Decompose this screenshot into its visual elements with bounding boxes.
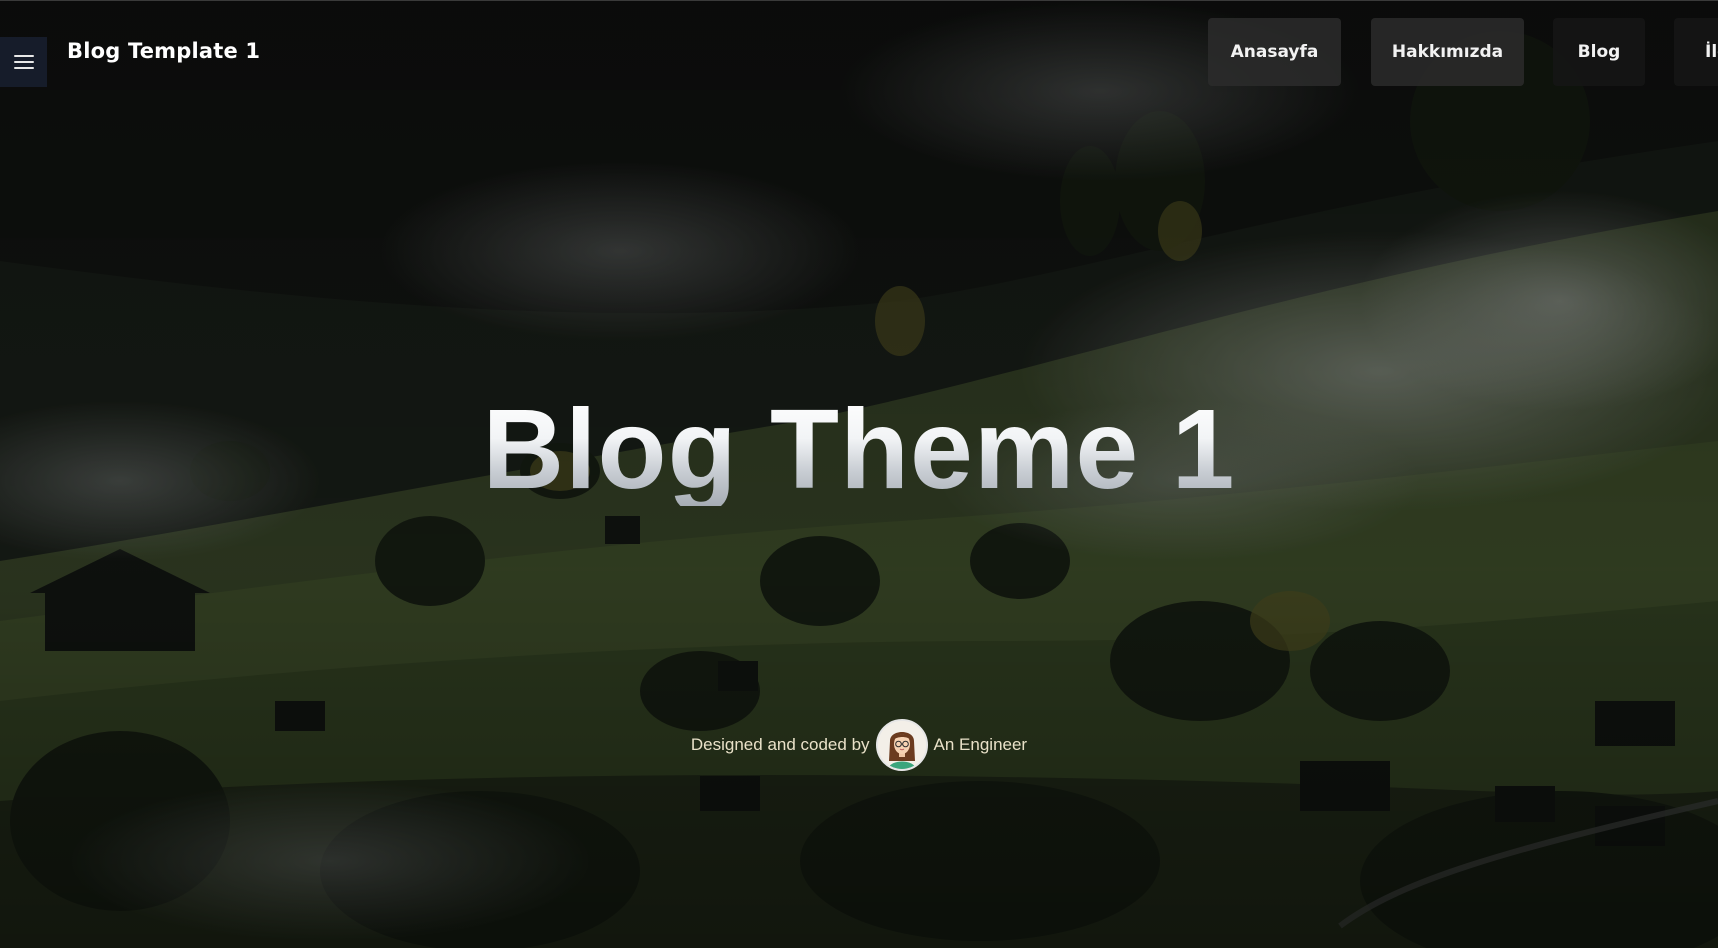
hamburger-icon	[13, 55, 34, 69]
nav-item-anasayfa[interactable]: Anasayfa	[1208, 18, 1341, 86]
menu-toggle-button[interactable]	[0, 37, 47, 87]
author-avatar	[875, 719, 928, 771]
brand-title[interactable]: Blog Template 1	[67, 39, 260, 63]
nav-item-iletisim[interactable]: İle	[1674, 18, 1718, 86]
nav-item-blog[interactable]: Blog	[1553, 18, 1645, 86]
page: Blog Template 1 Anasayfa Hakkımızda Blog…	[0, 0, 1718, 948]
hero-title: Blog Theme 1	[0, 393, 1718, 506]
byline-author[interactable]: An Engineer	[934, 735, 1028, 755]
byline-prefix: Designed and coded by	[690, 735, 870, 754]
nav-item-hakkimizda[interactable]: Hakkımızda	[1371, 18, 1524, 86]
hero-byline: Designed and coded by An Engineer	[0, 719, 1718, 771]
